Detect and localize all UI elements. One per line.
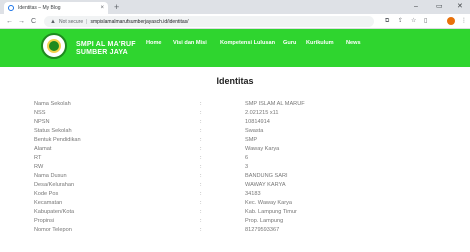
- nav-kurikulum[interactable]: Kurikulum: [306, 40, 334, 46]
- identity-row: RW: 3: [0, 163, 470, 172]
- site-header: [0, 29, 470, 67]
- row-value: Kab. Lampung Timur: [245, 209, 297, 215]
- row-value: BANDUNG SARI: [245, 173, 288, 179]
- row-colon: :: [200, 218, 202, 224]
- row-colon: :: [200, 155, 202, 161]
- row-value: 81279593367: [245, 227, 280, 233]
- row-value: 10814914: [245, 119, 270, 125]
- row-colon: :: [200, 191, 202, 197]
- row-value: WAWAY KARYA: [245, 182, 286, 188]
- identity-row: NPSN: 10814914: [0, 118, 470, 127]
- identity-row: Alamat: Waway Karya: [0, 145, 470, 154]
- row-colon: :: [200, 182, 202, 188]
- school-name-line2: SUMBER JAYA: [76, 49, 128, 56]
- url-separator: |: [86, 18, 88, 25]
- school-logo[interactable]: [41, 33, 67, 59]
- row-colon: :: [200, 146, 202, 152]
- row-label: RT: [34, 155, 42, 161]
- identity-row: RT: 6: [0, 154, 470, 163]
- row-colon: :: [200, 200, 202, 206]
- row-colon: :: [200, 173, 202, 179]
- browser-toolbar: ← → C ▲ Not secure | smpislamalmarufsumb…: [0, 14, 470, 29]
- nav-visi-misi[interactable]: Visi dan Misi: [173, 40, 207, 46]
- browser-tab[interactable]: Identitas – My Blog ×: [4, 2, 108, 14]
- profile-avatar[interactable]: [447, 17, 455, 25]
- row-label: Bentuk Pendidikan: [34, 137, 81, 143]
- star-icon[interactable]: ☆: [411, 17, 416, 26]
- nav-guru[interactable]: Guru: [283, 40, 296, 46]
- row-label: Status Sekolah: [34, 128, 72, 134]
- identity-row: Nama Dusun: BANDUNG SARI: [0, 172, 470, 181]
- identity-row: Status Sekolah: Swasta: [0, 127, 470, 136]
- identity-row: Nomor Telepon: 81279593367: [0, 226, 470, 235]
- row-value: 2.021215 x11: [245, 110, 279, 116]
- row-value: Swasta: [245, 128, 264, 134]
- minimize-button[interactable]: –: [414, 2, 418, 11]
- warning-icon: ▲: [50, 18, 56, 25]
- translate-icon[interactable]: ⧉: [385, 17, 389, 26]
- back-button[interactable]: ←: [6, 17, 13, 26]
- row-label: Nama Dusun: [34, 173, 67, 179]
- url-text: smpislamalmarufsumberjayasch.id/identita…: [90, 18, 189, 25]
- row-colon: :: [200, 119, 202, 125]
- row-colon: :: [200, 227, 202, 233]
- identity-row: Kabupaten/Kota: Kab. Lampung Timur: [0, 208, 470, 217]
- row-label: Desa/Kelurahan: [34, 182, 75, 188]
- nav-kompetensi-lulusan[interactable]: Kompetensi Lulusan: [220, 40, 275, 46]
- row-label: Nama Sekolah: [34, 101, 71, 107]
- identity-row: NSS: 2.021215 x11: [0, 109, 470, 118]
- close-window-button[interactable]: ✕: [457, 2, 463, 11]
- school-name[interactable]: SMPI AL MA'RUF SUMBER JAYA: [76, 41, 136, 57]
- tab-close-icon[interactable]: ×: [100, 5, 104, 11]
- row-value: 3: [245, 164, 249, 170]
- row-label: Kode Pos: [34, 191, 59, 197]
- row-label: NSS: [34, 110, 46, 116]
- address-bar[interactable]: ▲ Not secure | smpislamalmarufsumberjaya…: [44, 16, 374, 27]
- row-value: Prop. Lampung: [245, 218, 284, 224]
- row-label: Propinsi: [34, 218, 55, 224]
- row-colon: :: [200, 209, 202, 215]
- row-colon: :: [200, 164, 202, 170]
- row-colon: :: [200, 128, 202, 134]
- row-value: SMP: [245, 137, 258, 143]
- globe-icon: [8, 5, 14, 11]
- row-label: Alamat: [34, 146, 52, 152]
- row-label: RW: [34, 164, 44, 170]
- reload-button[interactable]: C: [31, 17, 36, 26]
- row-colon: :: [200, 110, 202, 116]
- maximize-button[interactable]: ▭: [436, 2, 443, 11]
- row-label: Nomor Telepon: [34, 227, 72, 233]
- row-value: 6: [245, 155, 249, 161]
- share-icon[interactable]: ⇪: [398, 17, 403, 26]
- page-title: Identitas: [216, 76, 254, 86]
- new-tab-button[interactable]: +: [114, 2, 119, 12]
- identity-row: Desa/Kelurahan: WAWAY KARYA: [0, 181, 470, 190]
- school-name-line1: SMPI AL MA'RUF: [76, 41, 136, 48]
- row-label: Kecamatan: [34, 200, 63, 206]
- row-value: Kec. Waway Karya: [245, 200, 293, 206]
- logo-emblem: [47, 39, 61, 53]
- nav-home[interactable]: Home: [146, 40, 162, 46]
- tab-title: Identitas – My Blog: [18, 5, 61, 11]
- row-value: Waway Karya: [245, 146, 280, 152]
- browser-tab-strip: Identitas – My Blog × + – ▭ ✕: [0, 0, 470, 14]
- identity-row: Nama Sekolah: SMP ISLAM AL MARUF: [0, 100, 470, 109]
- row-colon: :: [200, 101, 202, 107]
- identity-row: Propinsi: Prop. Lampung: [0, 217, 470, 226]
- forward-button[interactable]: →: [18, 17, 25, 26]
- identity-row: Bentuk Pendidikan: SMP: [0, 136, 470, 145]
- row-label: NPSN: [34, 119, 50, 125]
- identity-row: Kecamatan: Kec. Waway Karya: [0, 199, 470, 208]
- not-secure-label: Not secure: [58, 18, 84, 25]
- menu-icon[interactable]: ⋮: [461, 17, 467, 26]
- nav-news[interactable]: News: [346, 40, 361, 46]
- row-value: 34183: [245, 191, 261, 197]
- row-value: SMP ISLAM AL MARUF: [245, 101, 305, 107]
- identity-row: Kode Pos: 34183: [0, 190, 470, 199]
- row-label: Kabupaten/Kota: [34, 209, 75, 215]
- row-colon: :: [200, 137, 202, 143]
- sidebar-icon[interactable]: ▯: [424, 17, 427, 26]
